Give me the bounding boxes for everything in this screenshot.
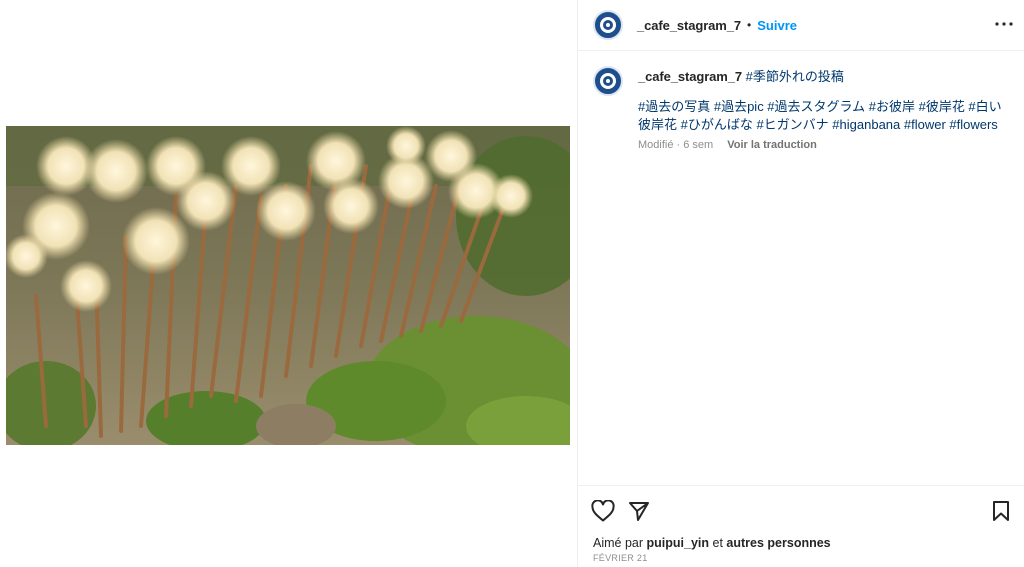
avatar[interactable] — [593, 10, 623, 40]
caption-line: _cafe_stagram_7 #季節外れの投稿 — [638, 68, 1008, 86]
more-horizontal-icon — [995, 22, 1013, 26]
send-icon — [629, 502, 649, 521]
post-sidebar: _cafe_stagram_7 • Suivre _cafe_stagram_7… — [577, 0, 1024, 567]
liked-by-others-link[interactable]: autres personnes — [726, 536, 830, 550]
caption-avatar[interactable] — [593, 66, 623, 96]
likes-prefix: Aimé par — [593, 536, 644, 550]
action-bar — [578, 485, 1024, 535]
like-button[interactable] — [590, 498, 616, 524]
heart-icon — [591, 500, 615, 522]
post-photo[interactable] — [6, 126, 570, 445]
separator-dot: • — [747, 18, 752, 32]
edited-timestamp: Modifié · 6 sem — [638, 139, 714, 151]
see-translation-link[interactable]: Voir la traduction — [727, 139, 817, 151]
share-button[interactable] — [626, 498, 652, 524]
more-options-button[interactable] — [994, 14, 1014, 34]
liked-by-user-link[interactable]: puipui_yin — [647, 536, 710, 550]
spider-lily-photo — [6, 126, 570, 445]
post-header: _cafe_stagram_7 • Suivre — [578, 0, 1024, 51]
avatar-logo-icon — [600, 17, 616, 33]
post-date: FÉVRIER 21 — [593, 553, 648, 563]
likes-summary: Aimé par puipui_yin et autres personnes — [593, 536, 831, 550]
media-pane — [0, 0, 577, 567]
caption-hashtag[interactable]: #季節外れの投稿 — [746, 69, 844, 84]
hashtag-list[interactable]: #過去の写真 #過去pic #過去スタグラム #お彼岸 #彼岸花 #白い彼岸花 … — [638, 98, 1008, 134]
bookmark-icon — [993, 501, 1009, 521]
caption-meta: Modifié · 6 sem Voir la traduction — [638, 139, 817, 151]
avatar-logo-icon — [600, 73, 616, 89]
likes-connector: et — [712, 536, 723, 550]
caption-username[interactable]: _cafe_stagram_7 — [638, 69, 742, 84]
save-button[interactable] — [988, 498, 1014, 524]
follow-button[interactable]: Suivre — [757, 18, 797, 33]
author-username[interactable]: _cafe_stagram_7 — [637, 18, 741, 33]
